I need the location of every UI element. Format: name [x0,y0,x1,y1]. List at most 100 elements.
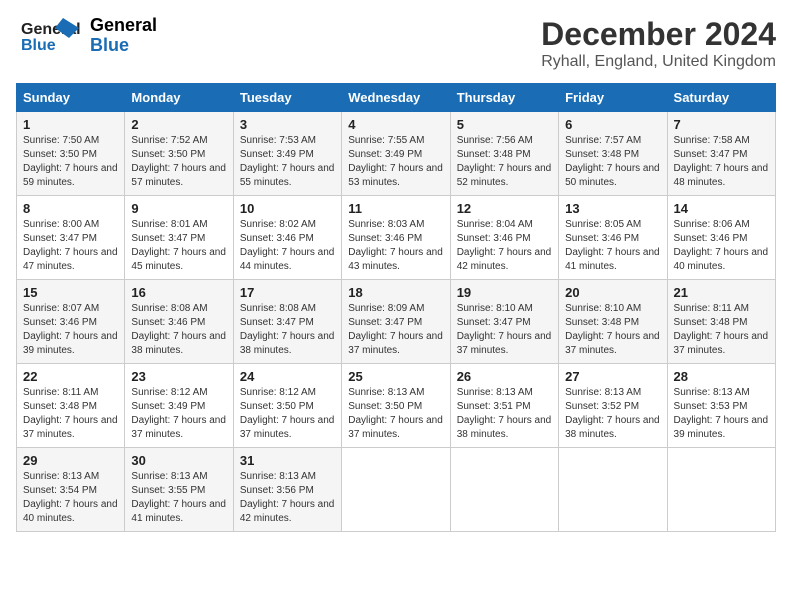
title-block: December 2024 Ryhall, England, United Ki… [541,16,776,71]
day-cell [342,448,450,532]
day-number: 21 [674,285,769,300]
day-cell: 19 Sunrise: 8:10 AMSunset: 3:47 PMDaylig… [450,280,558,364]
day-cell: 30 Sunrise: 8:13 AMSunset: 3:55 PMDaylig… [125,448,233,532]
day-number: 28 [674,369,769,384]
day-cell: 16 Sunrise: 8:08 AMSunset: 3:46 PMDaylig… [125,280,233,364]
day-cell: 27 Sunrise: 8:13 AMSunset: 3:52 PMDaylig… [559,364,667,448]
day-detail: Sunrise: 8:04 AMSunset: 3:46 PMDaylight:… [457,219,552,272]
day-cell: 14 Sunrise: 8:06 AMSunset: 3:46 PMDaylig… [667,196,775,280]
day-cell: 12 Sunrise: 8:04 AMSunset: 3:46 PMDaylig… [450,196,558,280]
logo-line1: General [90,16,157,36]
day-cell: 2 Sunrise: 7:52 AMSunset: 3:50 PMDayligh… [125,112,233,196]
day-cell: 15 Sunrise: 8:07 AMSunset: 3:46 PMDaylig… [17,280,125,364]
day-number: 23 [131,369,226,384]
day-cell: 10 Sunrise: 8:02 AMSunset: 3:46 PMDaylig… [233,196,341,280]
week-row-3: 15 Sunrise: 8:07 AMSunset: 3:46 PMDaylig… [17,280,776,364]
day-number: 3 [240,117,335,132]
day-cell: 23 Sunrise: 8:12 AMSunset: 3:49 PMDaylig… [125,364,233,448]
day-number: 10 [240,201,335,216]
page-header: GeneralBlue General Blue December 2024 R… [16,16,776,71]
logo-icon: GeneralBlue [16,16,86,56]
day-number: 13 [565,201,660,216]
weekday-header-thursday: Thursday [450,84,558,112]
day-number: 31 [240,453,335,468]
day-detail: Sunrise: 7:57 AMSunset: 3:48 PMDaylight:… [565,135,660,188]
day-detail: Sunrise: 7:55 AMSunset: 3:49 PMDaylight:… [348,135,443,188]
day-cell: 6 Sunrise: 7:57 AMSunset: 3:48 PMDayligh… [559,112,667,196]
weekday-header-wednesday: Wednesday [342,84,450,112]
day-cell: 31 Sunrise: 8:13 AMSunset: 3:56 PMDaylig… [233,448,341,532]
day-cell [450,448,558,532]
day-detail: Sunrise: 8:11 AMSunset: 3:48 PMDaylight:… [23,387,118,440]
day-cell: 9 Sunrise: 8:01 AMSunset: 3:47 PMDayligh… [125,196,233,280]
day-detail: Sunrise: 8:00 AMSunset: 3:47 PMDaylight:… [23,219,118,272]
day-detail: Sunrise: 8:07 AMSunset: 3:46 PMDaylight:… [23,303,118,356]
day-detail: Sunrise: 8:11 AMSunset: 3:48 PMDaylight:… [674,303,769,356]
day-detail: Sunrise: 8:13 AMSunset: 3:53 PMDaylight:… [674,387,769,440]
day-detail: Sunrise: 8:02 AMSunset: 3:46 PMDaylight:… [240,219,335,272]
day-detail: Sunrise: 7:58 AMSunset: 3:47 PMDaylight:… [674,135,769,188]
day-detail: Sunrise: 8:01 AMSunset: 3:47 PMDaylight:… [131,219,226,272]
day-detail: Sunrise: 8:10 AMSunset: 3:47 PMDaylight:… [457,303,552,356]
day-detail: Sunrise: 8:12 AMSunset: 3:49 PMDaylight:… [131,387,226,440]
day-detail: Sunrise: 8:08 AMSunset: 3:46 PMDaylight:… [131,303,226,356]
day-detail: Sunrise: 8:13 AMSunset: 3:55 PMDaylight:… [131,471,226,524]
day-detail: Sunrise: 8:13 AMSunset: 3:54 PMDaylight:… [23,471,118,524]
week-row-5: 29 Sunrise: 8:13 AMSunset: 3:54 PMDaylig… [17,448,776,532]
day-number: 25 [348,369,443,384]
day-cell: 21 Sunrise: 8:11 AMSunset: 3:48 PMDaylig… [667,280,775,364]
weekday-header-saturday: Saturday [667,84,775,112]
day-cell: 25 Sunrise: 8:13 AMSunset: 3:50 PMDaylig… [342,364,450,448]
logo: GeneralBlue General Blue [16,16,157,56]
day-number: 7 [674,117,769,132]
day-detail: Sunrise: 7:52 AMSunset: 3:50 PMDaylight:… [131,135,226,188]
svg-text:Blue: Blue [21,37,56,54]
day-number: 16 [131,285,226,300]
weekday-header-row: SundayMondayTuesdayWednesdayThursdayFrid… [17,84,776,112]
day-number: 27 [565,369,660,384]
day-number: 14 [674,201,769,216]
day-detail: Sunrise: 7:53 AMSunset: 3:49 PMDaylight:… [240,135,335,188]
week-row-1: 1 Sunrise: 7:50 AMSunset: 3:50 PMDayligh… [17,112,776,196]
day-detail: Sunrise: 8:08 AMSunset: 3:47 PMDaylight:… [240,303,335,356]
day-detail: Sunrise: 8:13 AMSunset: 3:51 PMDaylight:… [457,387,552,440]
day-number: 24 [240,369,335,384]
day-detail: Sunrise: 8:13 AMSunset: 3:52 PMDaylight:… [565,387,660,440]
day-cell: 29 Sunrise: 8:13 AMSunset: 3:54 PMDaylig… [17,448,125,532]
day-detail: Sunrise: 8:13 AMSunset: 3:50 PMDaylight:… [348,387,443,440]
day-detail: Sunrise: 7:56 AMSunset: 3:48 PMDaylight:… [457,135,552,188]
week-row-4: 22 Sunrise: 8:11 AMSunset: 3:48 PMDaylig… [17,364,776,448]
day-cell: 13 Sunrise: 8:05 AMSunset: 3:46 PMDaylig… [559,196,667,280]
day-number: 9 [131,201,226,216]
weekday-header-friday: Friday [559,84,667,112]
day-cell: 5 Sunrise: 7:56 AMSunset: 3:48 PMDayligh… [450,112,558,196]
day-number: 19 [457,285,552,300]
day-number: 26 [457,369,552,384]
day-cell: 3 Sunrise: 7:53 AMSunset: 3:49 PMDayligh… [233,112,341,196]
day-detail: Sunrise: 8:03 AMSunset: 3:46 PMDaylight:… [348,219,443,272]
day-detail: Sunrise: 8:13 AMSunset: 3:56 PMDaylight:… [240,471,335,524]
day-number: 15 [23,285,118,300]
day-number: 5 [457,117,552,132]
day-cell: 28 Sunrise: 8:13 AMSunset: 3:53 PMDaylig… [667,364,775,448]
day-cell: 18 Sunrise: 8:09 AMSunset: 3:47 PMDaylig… [342,280,450,364]
day-cell: 22 Sunrise: 8:11 AMSunset: 3:48 PMDaylig… [17,364,125,448]
day-detail: Sunrise: 8:09 AMSunset: 3:47 PMDaylight:… [348,303,443,356]
day-number: 6 [565,117,660,132]
day-number: 20 [565,285,660,300]
location-subtitle: Ryhall, England, United Kingdom [541,53,776,71]
day-cell: 7 Sunrise: 7:58 AMSunset: 3:47 PMDayligh… [667,112,775,196]
day-number: 1 [23,117,118,132]
day-cell: 20 Sunrise: 8:10 AMSunset: 3:48 PMDaylig… [559,280,667,364]
day-cell: 24 Sunrise: 8:12 AMSunset: 3:50 PMDaylig… [233,364,341,448]
month-title: December 2024 [541,16,776,53]
day-number: 12 [457,201,552,216]
day-cell: 17 Sunrise: 8:08 AMSunset: 3:47 PMDaylig… [233,280,341,364]
week-row-2: 8 Sunrise: 8:00 AMSunset: 3:47 PMDayligh… [17,196,776,280]
calendar-table: SundayMondayTuesdayWednesdayThursdayFrid… [16,83,776,532]
day-number: 18 [348,285,443,300]
day-cell: 4 Sunrise: 7:55 AMSunset: 3:49 PMDayligh… [342,112,450,196]
day-cell: 26 Sunrise: 8:13 AMSunset: 3:51 PMDaylig… [450,364,558,448]
day-detail: Sunrise: 8:05 AMSunset: 3:46 PMDaylight:… [565,219,660,272]
day-number: 30 [131,453,226,468]
